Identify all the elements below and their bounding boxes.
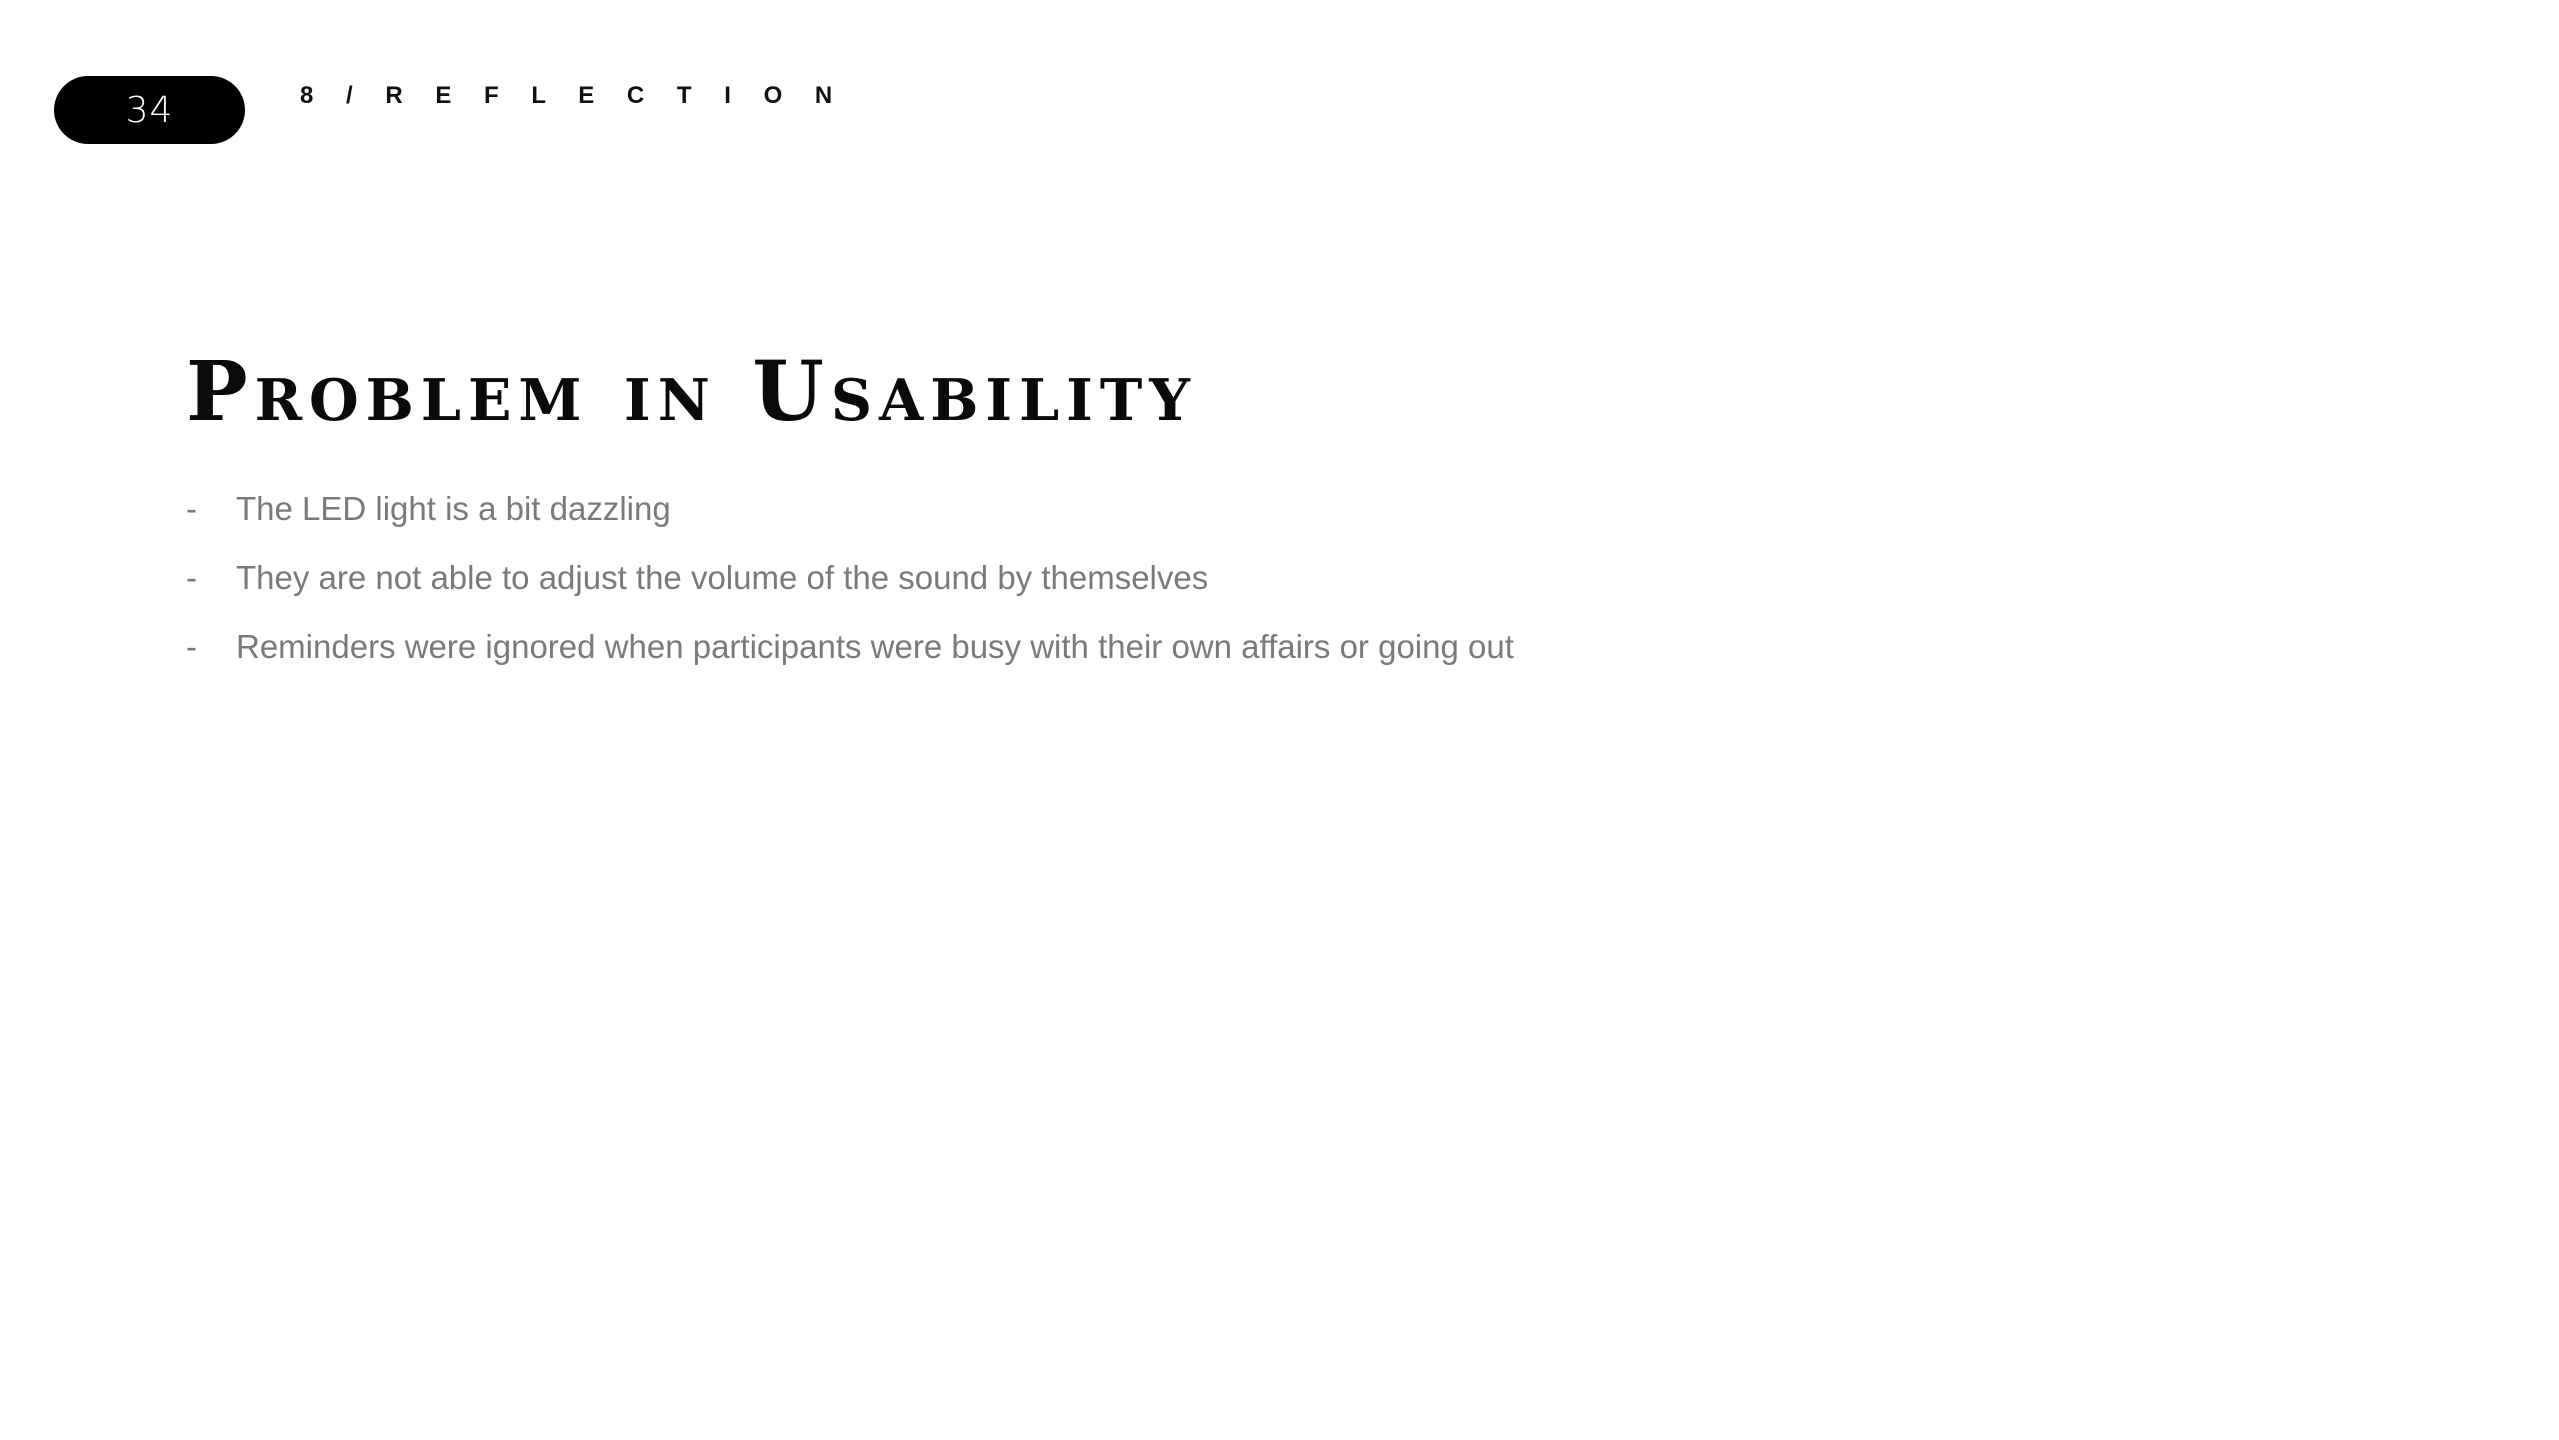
bullet-marker: - [186,628,197,665]
page-number: 34 [125,89,174,131]
bullet-marker: - [186,490,197,527]
bullet-text: The LED light is a bit dazzling [236,490,671,527]
bullet-item: - Reminders were ignored when participan… [186,628,1514,697]
slide: 34 8 / R E F L E C T I O N Problem in Us… [0,0,2559,1440]
section-label: 8 / R E F L E C T I O N [300,82,846,109]
bullet-list: - The LED light is a bit dazzling - They… [186,490,1514,697]
bullet-text: They are not able to adjust the volume o… [236,559,1209,596]
bullet-item: - The LED light is a bit dazzling [186,490,1514,559]
bullet-item: - They are not able to adjust the volume… [186,559,1514,628]
bullet-marker: - [186,559,197,596]
slide-title: Problem in Usability [186,343,1197,440]
bullet-text: Reminders were ignored when participants… [236,628,1514,665]
page-number-badge: 34 [54,76,245,144]
